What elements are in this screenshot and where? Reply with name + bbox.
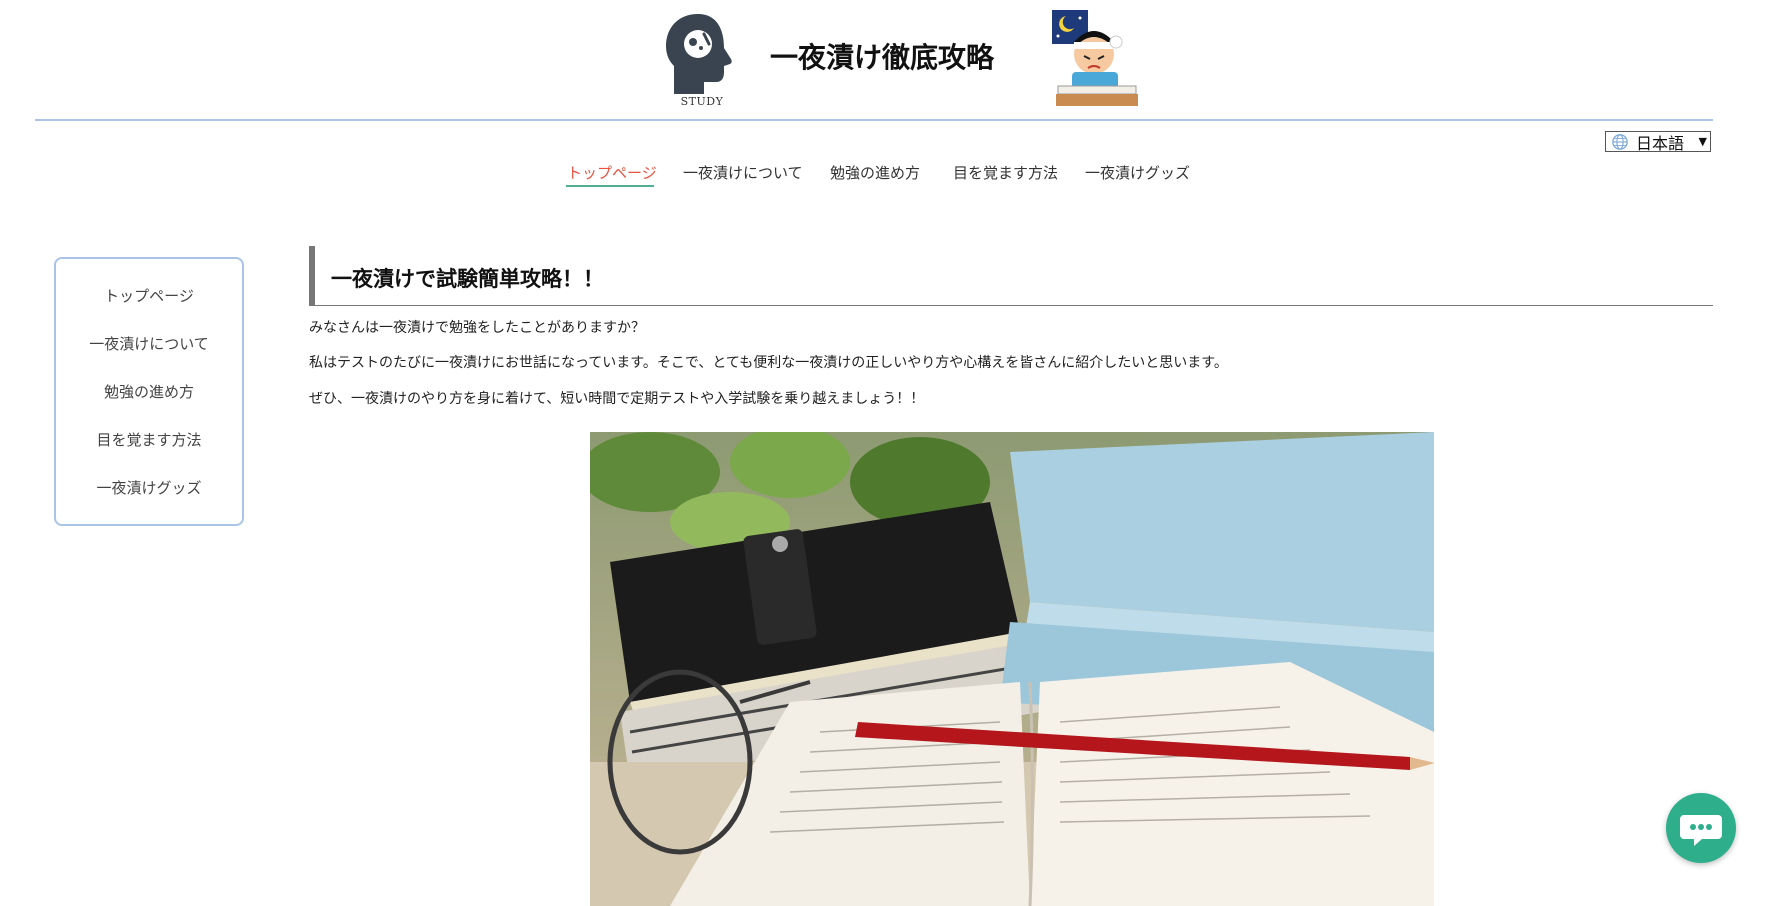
sidebar-item-home[interactable]: トップページ [56,285,242,306]
site-title[interactable]: 一夜漬け徹底攻略 [770,36,994,76]
study-photo [590,432,1434,906]
sidebar-menu: トップページ 一夜漬けについて 勉強の進め方 目を覚ます方法 一夜漬けグッズ [54,257,244,526]
chat-bubble-icon [1680,815,1722,846]
sidebar-item-about[interactable]: 一夜漬けについて [56,333,242,354]
topnav-item-about[interactable]: 一夜漬けについて [683,162,803,183]
page-heading-box: 一夜漬けで試験簡単攻略！！ [309,246,1713,306]
intro-paragraph-2: 私はテストのたびに一夜漬けにお世話になっています。そこで、とても便利な一夜漬けの… [309,355,1228,371]
chat-button[interactable] [1666,793,1736,863]
chevron-down-icon: ▼ [1698,135,1707,148]
sidebar-item-study-method[interactable]: 勉強の進め方 [56,381,242,402]
sidebar-item-goods[interactable]: 一夜漬けグッズ [56,477,242,498]
language-selected-value: 日本語 [1636,133,1685,153]
intro-paragraph-3: ぜひ、一夜漬けのやり方を身に着けて、短い時間で定期テストや入学試験を乗り越えまし… [309,391,925,407]
active-nav-underline [566,185,654,187]
globe-icon [1612,133,1628,150]
header-divider [35,119,1713,121]
site-header: STUDY 一夜漬け徹底攻略 [0,0,1769,121]
sidebar-item-wake-up[interactable]: 目を覚ます方法 [56,429,242,450]
topnav-item-home[interactable]: トップページ [567,162,657,183]
topnav-item-goods[interactable]: 一夜漬けグッズ [1085,162,1190,183]
studying-student-illustration-icon [1052,10,1138,106]
logo-label: STUDY [680,95,724,108]
language-select[interactable]: 日本語 ▼ [1605,131,1711,153]
page-heading: 一夜漬けで試験簡単攻略！！ [331,267,604,291]
top-navigation: トップページ 一夜漬けについて 勉強の進め方 目を覚ます方法 一夜漬けグッズ [0,162,1769,192]
topnav-item-wake-up[interactable]: 目を覚ます方法 [953,162,1058,183]
topnav-item-study-method[interactable]: 勉強の進め方 [830,162,920,183]
intro-paragraph-1: みなさんは一夜漬けで勉強をしたことがありますか？ [309,320,645,336]
